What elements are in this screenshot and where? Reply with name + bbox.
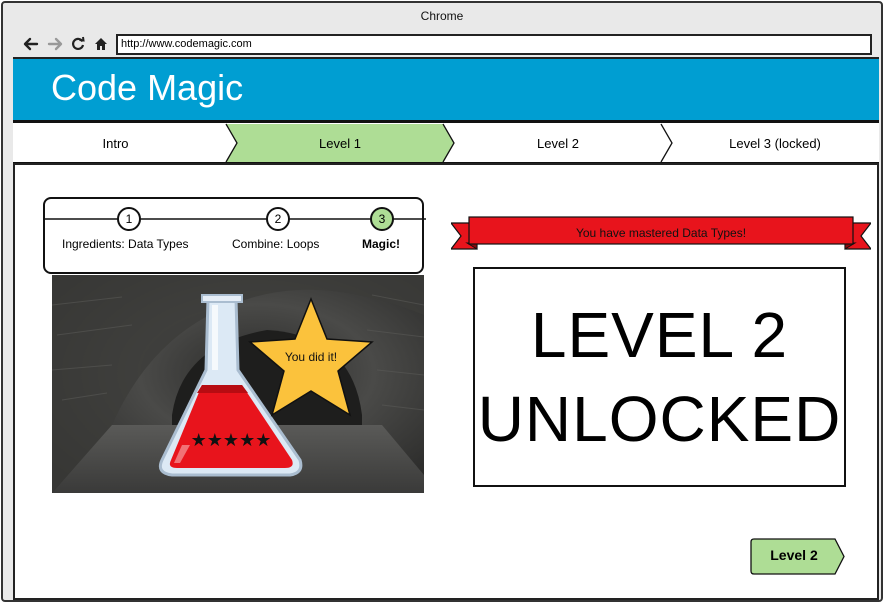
star-message: You did it!: [285, 350, 337, 364]
back-arrow-icon[interactable]: [21, 34, 41, 54]
unlock-message-box: LEVEL 2 UNLOCKED: [473, 267, 846, 487]
step-level-1[interactable]: Level 1: [235, 136, 445, 151]
window-title: Chrome: [420, 9, 464, 23]
progress-step-1-label: Ingredients: Data Types: [62, 237, 189, 251]
site-header: Code Magic: [13, 57, 879, 123]
progress-step-1-number: 1: [117, 207, 141, 231]
progress-tracker: 1 2 3 Ingredients: Data Types Combine: L…: [43, 197, 426, 274]
next-level-label: Level 2: [770, 547, 818, 563]
dungeon-scene-image: ★★★★★ You did it!: [52, 275, 424, 493]
progress-step-3-number: 3: [370, 207, 394, 231]
step-level-3-locked[interactable]: Level 3 (locked): [670, 136, 880, 151]
progress-step-3-label: Magic!: [362, 237, 401, 251]
reload-icon[interactable]: [68, 34, 88, 54]
main-content: 1 2 3 Ingredients: Data Types Combine: L…: [13, 163, 879, 600]
next-level-button[interactable]: Level 2: [750, 538, 846, 575]
mastery-banner: You have mastered Data Types!: [449, 215, 873, 255]
site-title: Code Magic: [51, 67, 244, 108]
rating-stars: ★★★★★: [191, 430, 272, 451]
step-level-2[interactable]: Level 2: [453, 136, 663, 151]
progress-step-2-number: 2: [266, 207, 290, 231]
unlock-line-1: LEVEL 2: [530, 299, 789, 371]
step-intro[interactable]: Intro: [13, 136, 218, 151]
forward-arrow-icon[interactable]: [45, 34, 65, 54]
url-field[interactable]: http://www.codemagic.com: [116, 34, 872, 55]
progress-step-2-label: Combine: Loops: [232, 237, 320, 251]
level-step-bar: Intro Level 1 Level 2 Level 3 (locked): [13, 123, 879, 163]
banner-text: You have mastered Data Types!: [575, 226, 747, 240]
home-icon[interactable]: [91, 34, 111, 54]
unlock-line-2: UNLOCKED: [477, 383, 842, 455]
